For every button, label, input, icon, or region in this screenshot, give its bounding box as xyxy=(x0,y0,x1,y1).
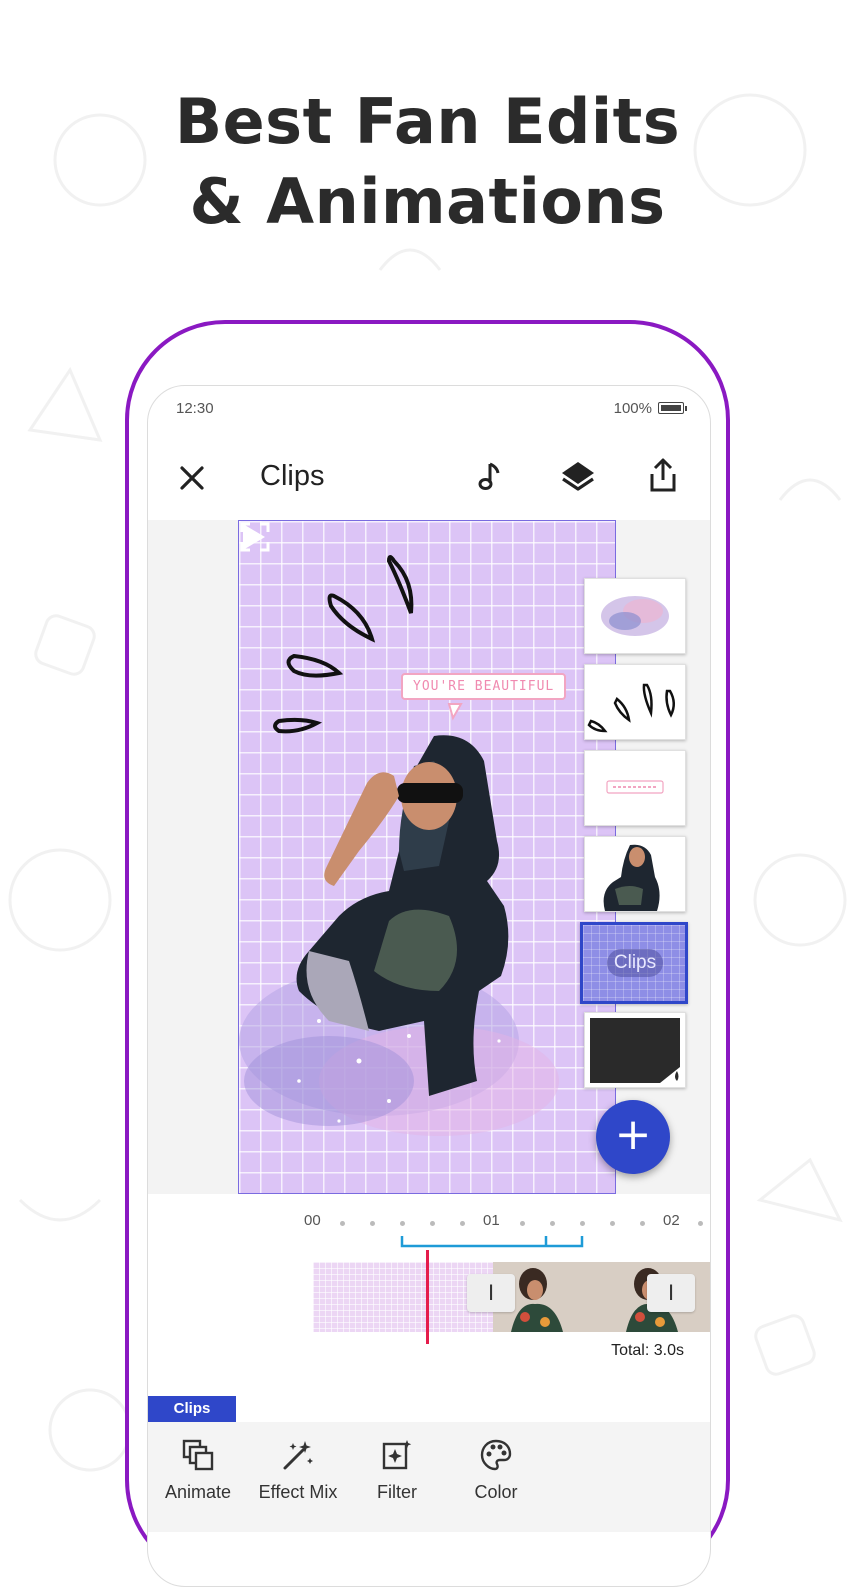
animate-label: Animate xyxy=(164,1482,232,1502)
bottom-panel: Clips Animate Effect Mix Filter Color xyxy=(148,1396,710,1586)
selected-layer-label: Clips xyxy=(607,949,663,977)
tick-label-02: 02 xyxy=(663,1212,680,1229)
tools-bar: Animate Effect Mix Filter Color xyxy=(148,1422,710,1532)
tick-label-01: 01 xyxy=(483,1212,500,1229)
layer-thumb-bubble[interactable] xyxy=(584,750,686,826)
tick-dot xyxy=(340,1221,345,1226)
layers-icon[interactable] xyxy=(558,458,598,496)
trim-handle-left[interactable]: I xyxy=(467,1274,515,1312)
tick-dot xyxy=(370,1221,375,1226)
tick-dot xyxy=(550,1221,555,1226)
canvas-area: YOU'RE BEAUTIFUL Clips + xyxy=(148,520,710,1194)
tick-dot xyxy=(520,1221,525,1226)
share-icon[interactable] xyxy=(644,456,682,496)
status-battery-percent: 100% xyxy=(613,400,652,417)
effect-mix-tool[interactable]: Effect Mix xyxy=(248,1438,348,1503)
play-icon[interactable] xyxy=(239,521,267,553)
speech-bubble-sticker[interactable]: YOU'RE BEAUTIFUL xyxy=(401,673,567,700)
color-tool[interactable]: Color xyxy=(446,1438,546,1503)
headline: Best Fan Edits & Animations xyxy=(0,82,855,242)
total-duration: Total: 3.0s xyxy=(611,1342,684,1359)
close-icon[interactable] xyxy=(174,460,210,496)
layer-thumb-background[interactable] xyxy=(584,1012,686,1088)
page-title: Clips xyxy=(260,460,325,492)
layer-thumb-sparkles[interactable] xyxy=(584,578,686,654)
clip-grid-segment[interactable] xyxy=(313,1262,493,1332)
timeline: 00 01 02 I I Total: 3.0s xyxy=(148,1194,710,1394)
trim-handle-right[interactable]: I xyxy=(647,1274,695,1312)
video-preview[interactable]: YOU'RE BEAUTIFUL xyxy=(238,520,616,1194)
battery-icon xyxy=(658,402,687,414)
magic-wand-icon xyxy=(283,1441,313,1470)
tick-dot xyxy=(460,1221,465,1226)
playhead[interactable] xyxy=(426,1250,429,1344)
top-toolbar: Clips xyxy=(148,438,710,518)
palette-icon xyxy=(480,1439,512,1471)
tick-dot xyxy=(400,1221,405,1226)
headline-line-1: Best Fan Edits xyxy=(174,85,681,158)
music-note-icon[interactable] xyxy=(473,458,509,494)
filter-icon xyxy=(382,1440,412,1470)
color-label: Color xyxy=(474,1482,518,1502)
tick-dot xyxy=(610,1221,615,1226)
clips-tab-tag[interactable]: Clips xyxy=(148,1396,236,1422)
tick-dot xyxy=(430,1221,435,1226)
filter-label: Filter xyxy=(377,1482,417,1502)
layer-thumb-clips-selected[interactable]: Clips xyxy=(580,922,688,1004)
preview-artwork xyxy=(239,555,559,1136)
layer-thumb-person[interactable] xyxy=(584,836,686,912)
phone-screen: 12:30 100% Clips YOU'RE BEAUTIFUL Clips … xyxy=(147,385,711,1587)
headline-line-2: & Animations xyxy=(189,165,666,238)
layer-thumb-doodles[interactable] xyxy=(584,664,686,740)
animate-icon xyxy=(182,1439,214,1471)
filter-tool[interactable]: Filter xyxy=(347,1438,447,1503)
status-time: 12:30 xyxy=(176,400,214,417)
tick-label-00: 00 xyxy=(304,1212,321,1229)
tick-dot xyxy=(580,1221,585,1226)
animate-tool[interactable]: Animate xyxy=(148,1438,248,1503)
add-layer-button[interactable]: + xyxy=(596,1100,670,1174)
effect-mix-label: Effect Mix xyxy=(258,1482,338,1502)
tick-dot xyxy=(698,1221,703,1226)
clip-track: I I xyxy=(313,1262,710,1332)
tick-dot xyxy=(640,1221,645,1226)
